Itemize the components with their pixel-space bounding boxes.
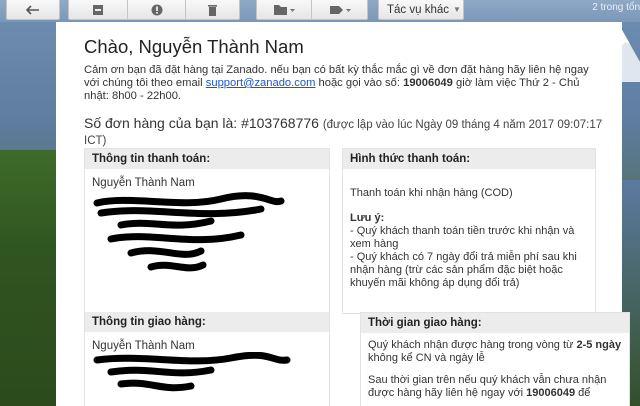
payment-method-panel: Hình thức thanh toán: Thanh toán khi nhậ… xyxy=(342,148,596,314)
delivery-text: Quý khách nhận được hàng trong vòng từ xyxy=(368,339,577,351)
chevron-down-icon: ▼ xyxy=(453,5,461,14)
payment-note-2: - Quý khách có 7 ngày đổi trả miễn phí s… xyxy=(350,251,577,289)
hotline-number: 19006049 xyxy=(526,387,576,399)
email-toolbar: Tác vụ khác ▼ 2 trong tổn xyxy=(0,0,640,22)
delivery-text: để xyxy=(575,387,591,399)
billing-name: Nguyễn Thành Nam xyxy=(92,177,195,189)
shipping-info-heading: Thông tin giao hàng: xyxy=(85,312,329,332)
shipping-info-panel: Thông tin giao hàng: Nguyễn Thành Nam xyxy=(84,312,330,406)
move-to-button[interactable] xyxy=(256,0,312,20)
payment-note-1: - Quý khách thanh toán tiền trước khi nh… xyxy=(350,225,575,250)
payment-method-value: Thanh toán khi nhận hàng (COD) xyxy=(350,187,513,199)
greeting-heading: Chào, Nguyễn Thành Nam xyxy=(84,36,304,57)
pagination-text: 2 trong tổn xyxy=(592,2,640,13)
delivery-time-heading: Thời gian giao hàng: xyxy=(361,313,629,333)
archive-icon xyxy=(92,4,104,16)
archive-button[interactable] xyxy=(68,0,128,20)
delete-button[interactable] xyxy=(186,0,240,20)
delivery-contact-text: Sau thời gian trên nếu quý khách vẫn chư… xyxy=(368,374,622,400)
more-actions-label: Tác vụ khác xyxy=(387,3,449,16)
intro-paragraph: Cảm ơn bạn đã đặt hàng tại Zanado. nếu b… xyxy=(84,64,604,103)
spam-icon xyxy=(151,4,163,16)
delivery-window-text: Quý khách nhận được hàng trong vòng từ 2… xyxy=(368,339,622,365)
delivery-text: không kể CN và ngày lễ xyxy=(368,352,485,364)
payment-method-heading: Hình thức thanh toán: xyxy=(343,149,595,169)
label-icon xyxy=(329,4,351,16)
back-button[interactable] xyxy=(6,0,60,20)
labels-button[interactable] xyxy=(312,0,368,20)
delivery-time-panel: Thời gian giao hàng: Quý khách nhận được… xyxy=(360,312,630,406)
folder-icon xyxy=(273,4,295,16)
more-actions-dropdown[interactable]: Tác vụ khác ▼ xyxy=(378,0,464,20)
trash-icon xyxy=(207,4,218,16)
report-spam-button[interactable] xyxy=(128,0,186,20)
redacted-scribble xyxy=(93,192,285,272)
intro-text-2: hoặc gọi vào số: xyxy=(315,77,404,89)
billing-info-panel: Thông tin thanh toán: Nguyễn Thành Nam xyxy=(84,148,330,314)
background-trees-left xyxy=(0,150,56,406)
billing-info-heading: Thông tin thanh toán: xyxy=(85,149,329,169)
back-arrow-icon xyxy=(26,4,40,15)
payment-note-title: Lưu ý: xyxy=(350,212,385,224)
hotline-number: 19006049 xyxy=(403,77,453,89)
order-number: Số đơn hàng của bạn là: #103768776 xyxy=(84,115,319,131)
delivery-days: 2-5 ngày xyxy=(576,339,622,351)
support-email-link[interactable]: support@zanado.com xyxy=(206,77,316,89)
redacted-scribble xyxy=(93,352,291,392)
order-number-line: Số đơn hàng của bạn là: #103768776 (được… xyxy=(84,115,622,147)
email-body: Chào, Nguyễn Thành Nam Cảm ơn bạn đã đặt… xyxy=(56,22,630,406)
